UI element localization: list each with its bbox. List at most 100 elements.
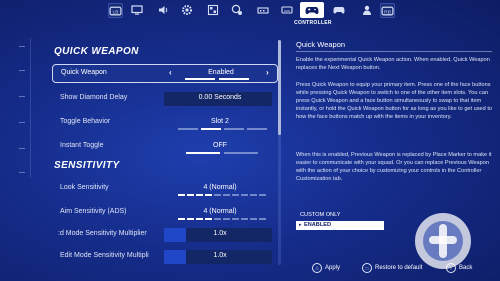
indicator-segment: [259, 218, 266, 220]
rb-bumper-icon[interactable]: RB: [380, 3, 395, 18]
indicator-segment: [232, 218, 239, 220]
keyboard-icon[interactable]: [278, 2, 296, 18]
indicator-segment: [241, 218, 248, 220]
setting-row-look-sensitivity[interactable]: Look Sensitivity 4 (Normal): [52, 180, 276, 198]
indicator-segment: [232, 194, 239, 196]
svg-text:LB: LB: [113, 9, 119, 15]
indicator-segment: [178, 194, 185, 196]
indicator-segment: [219, 78, 249, 80]
setting-value: 1.0x: [213, 230, 227, 237]
watermark-logo-icon: [415, 213, 471, 269]
setting-label: Show Diamond Delay: [60, 94, 128, 101]
setting-label: Aim Sensitivity (ADS): [60, 208, 127, 215]
setting-value: 0.00 Seconds: [198, 94, 242, 101]
indicator-segment: [196, 218, 203, 220]
section-title-quick-weapon: QUICK WEAPON: [54, 46, 139, 57]
chevron-right-icon[interactable]: ›: [266, 68, 269, 77]
info-paragraph: Enable the experimental Quick Weapon act…: [296, 57, 490, 71]
indicator-segment: [186, 152, 220, 154]
indicator-segment: [178, 128, 198, 130]
value-indicator: [176, 218, 268, 220]
left-rail: [14, 38, 31, 178]
setting-value: 1.0x: [213, 252, 227, 259]
indicator-segment: [247, 128, 267, 130]
indicator-segment: [250, 218, 257, 220]
scrollbar-thumb[interactable]: [278, 40, 281, 135]
setting-value: OFF: [213, 142, 227, 149]
indicator-segment: [196, 194, 203, 196]
indicator-segment: [224, 152, 258, 154]
setting-label: :d Mode Sensitivity Multiplier: [58, 230, 147, 237]
lb-bumper-icon[interactable]: LB: [108, 3, 123, 18]
rail-tick: [19, 172, 25, 173]
monitor-icon[interactable]: [128, 2, 146, 18]
rail-tick: [19, 148, 25, 149]
indicator-segment: [241, 194, 248, 196]
tab-controller[interactable]: [300, 2, 324, 18]
setting-value: 4 (Normal): [203, 184, 237, 191]
setting-value: Slot 2: [211, 118, 229, 125]
scrollbar[interactable]: [278, 40, 281, 265]
indicator-segment: [250, 194, 257, 196]
info-paragraph: Press Quick Weapon to equip your primary…: [296, 82, 493, 120]
setting-row-quick-weapon[interactable]: Quick Weapon ‹ Enabled ›: [52, 64, 278, 83]
rail-tick: [19, 96, 25, 97]
tab-controller-label: CONTROLLER: [294, 20, 332, 26]
apply-label: Apply: [325, 265, 341, 271]
option-enabled[interactable]: ▸ ENABLED: [296, 221, 384, 230]
option-enabled-label: ENABLED: [304, 222, 332, 228]
accessibility-icon[interactable]: [228, 2, 246, 18]
setting-row-aim-sensitivity[interactable]: Aim Sensitivity (ADS) 4 (Normal): [52, 204, 276, 222]
rail-tick: [19, 122, 25, 123]
info-title: Quick Weapon: [296, 40, 346, 49]
info-paragraph: When this is enabled, Previous Weapon is…: [296, 152, 492, 182]
setting-row-instant-toggle[interactable]: Instant Toggle OFF: [52, 138, 276, 156]
rail-tick: [19, 46, 25, 47]
divider: [296, 51, 492, 52]
indicator-segment: [187, 218, 194, 220]
indicator-segment: [185, 78, 215, 80]
top-nav-bar: LB CONTROLLER RB: [0, 0, 500, 30]
indicator-segment: [187, 194, 194, 196]
value-indicator: [176, 128, 268, 130]
setting-label: Quick Weapon: [61, 69, 107, 76]
rail-tick: [19, 70, 25, 71]
indicator-segment: [205, 194, 212, 196]
indicator-segment: [178, 218, 185, 220]
person-icon[interactable]: [358, 2, 376, 18]
caret-right-icon: ▸: [299, 222, 302, 228]
touch-icon[interactable]: [254, 2, 272, 18]
setting-label: Look Sensitivity: [60, 184, 109, 191]
option-custom-only[interactable]: CUSTOM ONLY: [300, 212, 341, 218]
indicator-segment: [224, 128, 244, 130]
section-title-sensitivity: SENSITIVITY: [54, 160, 120, 171]
setting-label: Toggle Behavior: [60, 118, 111, 125]
value-indicator: [177, 78, 269, 80]
svg-text:RB: RB: [384, 9, 391, 15]
setting-label: Edit Mode Sensitivity Multipli: [60, 252, 149, 259]
speaker-icon[interactable]: [154, 2, 172, 18]
setting-row-show-diamond-delay[interactable]: Show Diamond Delay 0.00 Seconds: [52, 90, 276, 108]
gamepad-icon[interactable]: [330, 2, 348, 18]
indicator-segment: [223, 218, 230, 220]
setting-value: Enabled: [208, 69, 234, 76]
setting-row-edit-mode-sensitivity[interactable]: Edit Mode Sensitivity Multipli 1.0x: [52, 248, 276, 266]
indicator-segment: [201, 128, 221, 130]
indicator-segment: [214, 218, 221, 220]
gear-icon[interactable]: [178, 2, 196, 18]
setting-label: Instant Toggle: [60, 142, 104, 149]
square-button-icon: □: [362, 263, 372, 273]
image-grid-icon[interactable]: [204, 2, 222, 18]
setting-row-toggle-behavior[interactable]: Toggle Behavior Slot 2: [52, 114, 276, 132]
indicator-segment: [223, 194, 230, 196]
value-indicator: [176, 152, 268, 154]
controller-icon: [305, 7, 319, 14]
apply-hint[interactable]: △ Apply: [312, 263, 340, 273]
indicator-segment: [205, 218, 212, 220]
triangle-button-icon: △: [312, 263, 322, 273]
indicator-segment: [214, 194, 221, 196]
setting-row-build-mode-sensitivity[interactable]: :d Mode Sensitivity Multiplier 1.0x: [52, 226, 276, 244]
setting-value: 4 (Normal): [203, 208, 237, 215]
indicator-segment: [259, 194, 266, 196]
value-indicator: [176, 194, 268, 196]
